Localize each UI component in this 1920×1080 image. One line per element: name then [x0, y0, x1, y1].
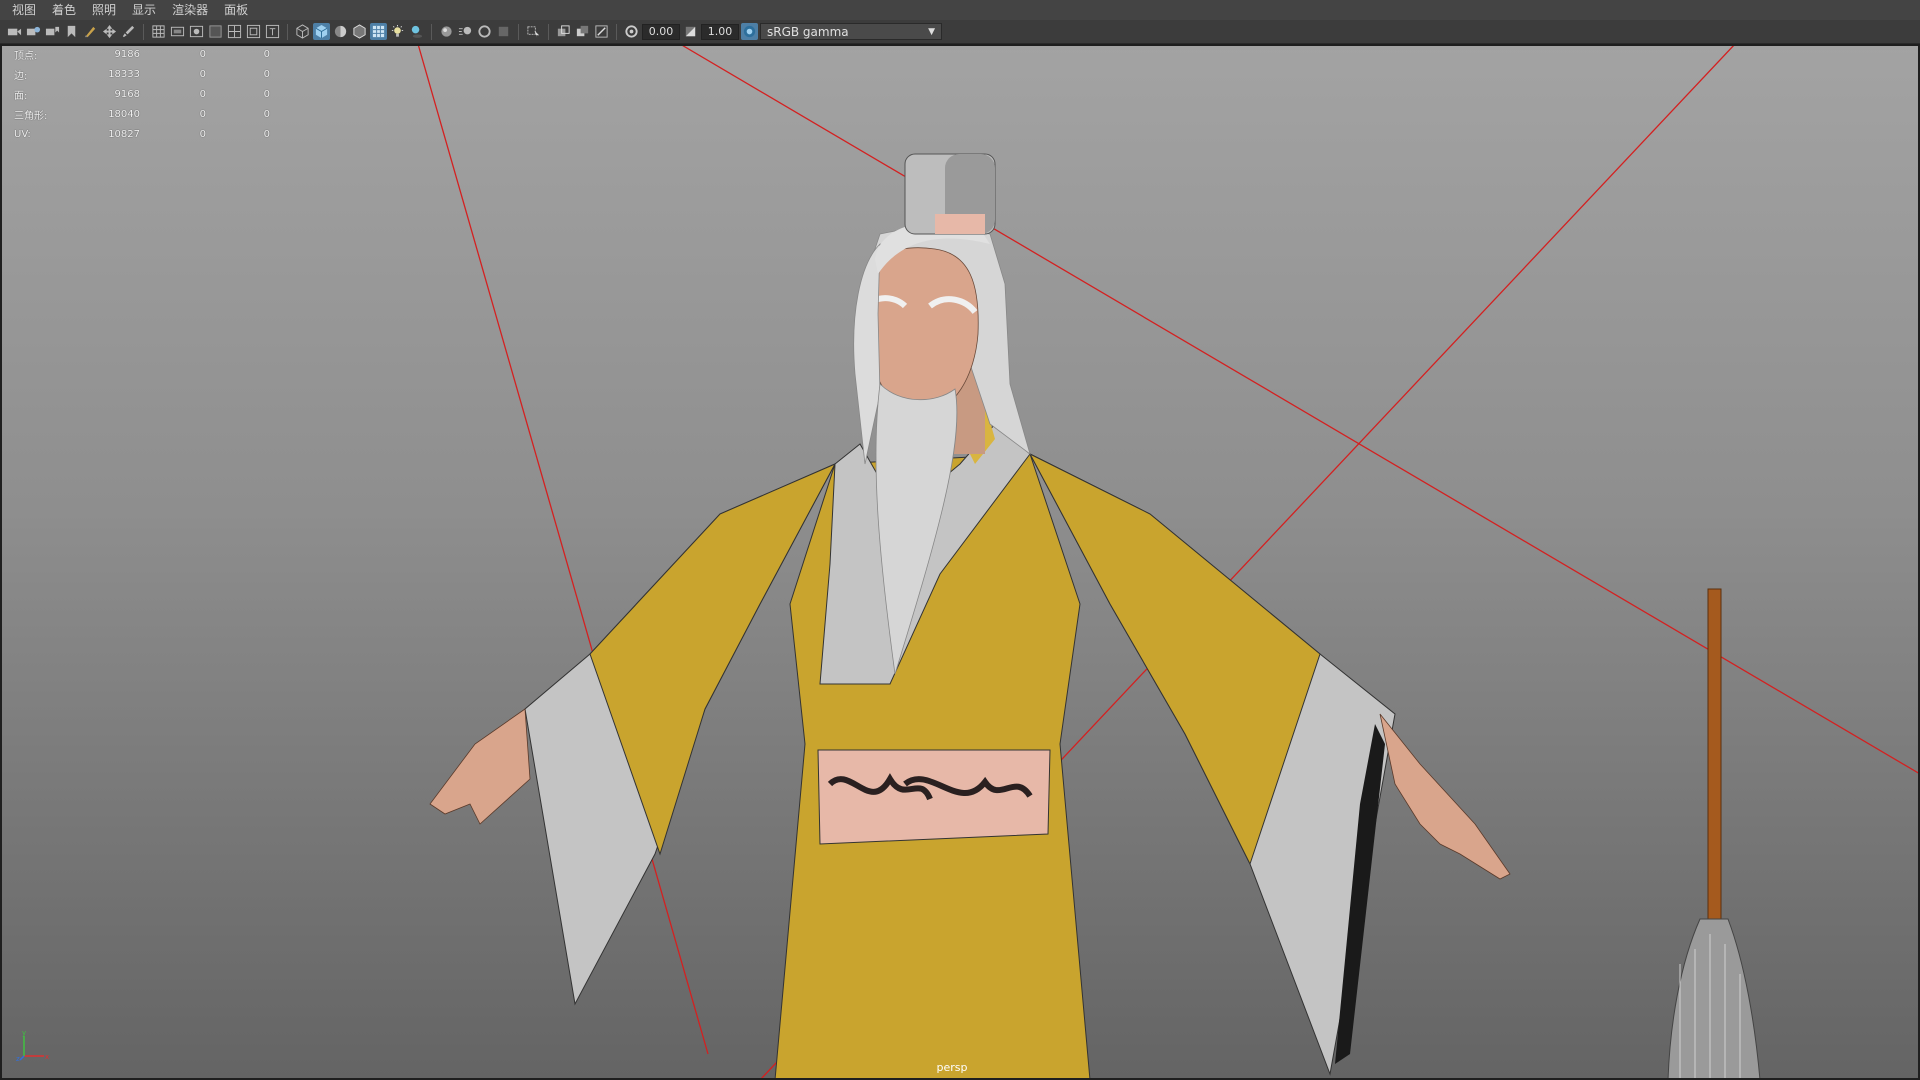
menu-lighting[interactable]: 照明 [84, 0, 124, 20]
xray-joints-icon[interactable] [593, 23, 610, 40]
hud-value: 10827 [108, 128, 140, 140]
hud-selected-extra: 0 [263, 88, 270, 100]
camera-attributes-icon[interactable] [25, 23, 42, 40]
hud-label: 三角形: [14, 110, 48, 122]
chevron-down-icon: ▼ [928, 26, 935, 37]
film-gate-icon[interactable] [169, 23, 186, 40]
view-transform-value: sRGB gamma [767, 24, 849, 39]
menu-view[interactable]: 视图 [4, 0, 44, 20]
hud-value: 9168 [114, 88, 140, 100]
poly-count-hud: 顶点: 9186 0 0 边: 18333 0 0 面: 9168 0 0 三角… [14, 44, 270, 144]
shadows-icon[interactable] [408, 23, 425, 40]
grid-icon[interactable] [150, 23, 167, 40]
textured-icon[interactable] [370, 23, 387, 40]
xray-icon[interactable] [555, 23, 572, 40]
exposure-toggle-icon[interactable] [623, 23, 640, 40]
paint-brush-icon[interactable] [120, 23, 137, 40]
character-model [429, 153, 1761, 1080]
grease-pencil-icon[interactable] [82, 23, 99, 40]
hud-selected: 0 [199, 128, 206, 140]
hud-selected-extra: 0 [263, 108, 270, 120]
exposure-input[interactable]: 0.00 [642, 23, 680, 40]
menu-panels[interactable]: 面板 [216, 0, 256, 20]
color-management-icon[interactable] [741, 23, 758, 40]
resolution-gate-icon[interactable] [188, 23, 205, 40]
hud-selected: 0 [199, 108, 206, 120]
hud-selected: 0 [199, 88, 206, 100]
hud-selected-extra: 0 [263, 68, 270, 80]
isolate-select-icon[interactable] [525, 23, 542, 40]
hud-selected-extra: 0 [263, 128, 270, 140]
wireframe-on-shaded-icon[interactable] [351, 23, 368, 40]
hud-label: 边: [14, 70, 28, 82]
gamma-input[interactable]: 1.00 [701, 23, 739, 40]
select-camera-icon[interactable] [6, 23, 23, 40]
hud-label: UV: [14, 128, 31, 140]
bookmark-camera-icon[interactable] [44, 23, 61, 40]
hud-value: 9186 [114, 48, 140, 60]
safe-title-icon[interactable] [264, 23, 281, 40]
hud-row-triangles: 三角形: 18040 0 0 [14, 104, 270, 124]
scene-render [417, 44, 1920, 1080]
safe-action-icon[interactable] [245, 23, 262, 40]
hud-row-uvs: UV: 10827 0 0 [14, 124, 270, 144]
gate-mask-icon[interactable] [207, 23, 224, 40]
hud-row-vertices: 顶点: 9186 0 0 [14, 44, 270, 64]
wireframe-icon[interactable] [294, 23, 311, 40]
camera-name-label: persp [936, 1061, 968, 1074]
menu-show[interactable]: 显示 [124, 0, 164, 20]
axis-x-label: x [45, 1053, 49, 1061]
axis-y-label: y [22, 1029, 26, 1037]
axis-gizmo-icon: x y z [16, 1029, 49, 1062]
gamma-toggle-icon[interactable] [682, 23, 699, 40]
depth-of-field-icon[interactable] [495, 23, 512, 40]
move-camera-icon[interactable] [101, 23, 118, 40]
hud-value: 18333 [108, 68, 140, 80]
anti-aliasing-icon[interactable] [476, 23, 493, 40]
hud-label: 面: [14, 90, 28, 102]
default-material-icon[interactable] [332, 23, 349, 40]
use-all-lights-icon[interactable] [389, 23, 406, 40]
hud-label: 顶点: [14, 50, 38, 62]
hud-selected: 0 [199, 68, 206, 80]
field-chart-icon[interactable] [226, 23, 243, 40]
panel-toolbar: 0.00 1.00 sRGB gamma ▼ [0, 20, 1920, 44]
xray-active-components-icon[interactable] [574, 23, 591, 40]
bookmark-icon[interactable] [63, 23, 80, 40]
menu-renderer[interactable]: 渲染器 [164, 0, 216, 20]
smooth-shade-icon[interactable] [313, 23, 330, 40]
menu-shading[interactable]: 着色 [44, 0, 84, 20]
ambient-occlusion-icon[interactable] [438, 23, 455, 40]
hud-row-faces: 面: 9168 0 0 [14, 84, 270, 104]
perspective-viewport[interactable]: 顶点: 9186 0 0 边: 18333 0 0 面: 9168 0 0 三角… [0, 44, 1920, 1080]
hud-row-edges: 边: 18333 0 0 [14, 64, 270, 84]
hud-value: 18040 [108, 108, 140, 120]
motion-blur-icon[interactable] [457, 23, 474, 40]
hud-selected: 0 [199, 48, 206, 60]
view-transform-dropdown[interactable]: sRGB gamma ▼ [760, 23, 942, 40]
hud-selected-extra: 0 [263, 48, 270, 60]
menu-bar: 视图 着色 照明 显示 渲染器 面板 [0, 0, 1920, 20]
